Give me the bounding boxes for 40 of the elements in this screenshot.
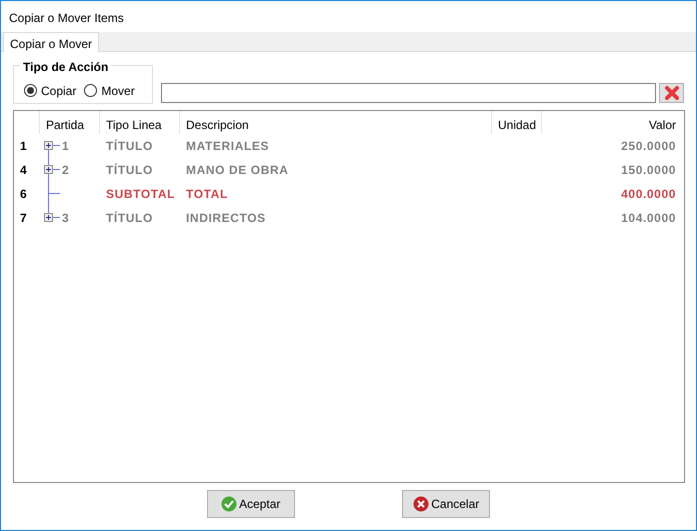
search-field[interactable] [160,83,656,103]
row-number: 6 [20,187,28,201]
radio-label[interactable]: Mover [101,82,135,100]
row-number: 4 [20,163,28,177]
radio-label[interactable]: Copiar [41,82,76,100]
table-cell: TOTAL [186,187,228,201]
window-title: Copiar o Mover Items [8,10,125,27]
partida-number: 2 [62,162,70,179]
column-header[interactable]: Unidad [498,118,536,132]
accept-button[interactable]: Aceptar [206,490,295,518]
column-header[interactable]: Valor [648,118,676,132]
table-cell: TÍTULO [106,163,153,177]
partida-number: 3 [62,210,70,227]
column-header[interactable]: Partida [46,118,84,132]
table-cell: 400.0000 [621,187,676,201]
table-cell: INDIRECTOS [186,211,266,225]
table-cell: TÍTULO [106,139,153,153]
close-icon [664,85,680,101]
cancel-button[interactable]: Cancelar [402,490,490,518]
table-cell: MANO DE OBRA [186,163,289,177]
radio-button[interactable] [24,84,37,97]
column-header[interactable]: Tipo Linea [106,118,162,132]
tab[interactable]: Copiar o Mover [3,32,100,52]
table-cell: TÍTULO [106,211,153,225]
partida-number: 1 [62,138,70,155]
expand-icon[interactable] [44,165,53,174]
clear-button[interactable] [659,83,684,103]
check-icon [221,496,238,512]
row-number: 7 [20,211,28,225]
table-cell: 104.0000 [621,211,676,225]
table-cell: 250.0000 [621,139,676,153]
table-cell: 150.0000 [621,163,676,177]
cancel-icon [413,496,430,512]
expand-icon[interactable] [44,213,53,222]
expand-icon[interactable] [44,141,53,150]
column-header[interactable]: Descripcion [186,118,249,132]
table-cell: SUBTOTAL [106,187,176,201]
radio-button[interactable] [84,84,98,97]
row-number: 1 [20,139,28,153]
table-cell: MATERIALES [186,139,270,153]
